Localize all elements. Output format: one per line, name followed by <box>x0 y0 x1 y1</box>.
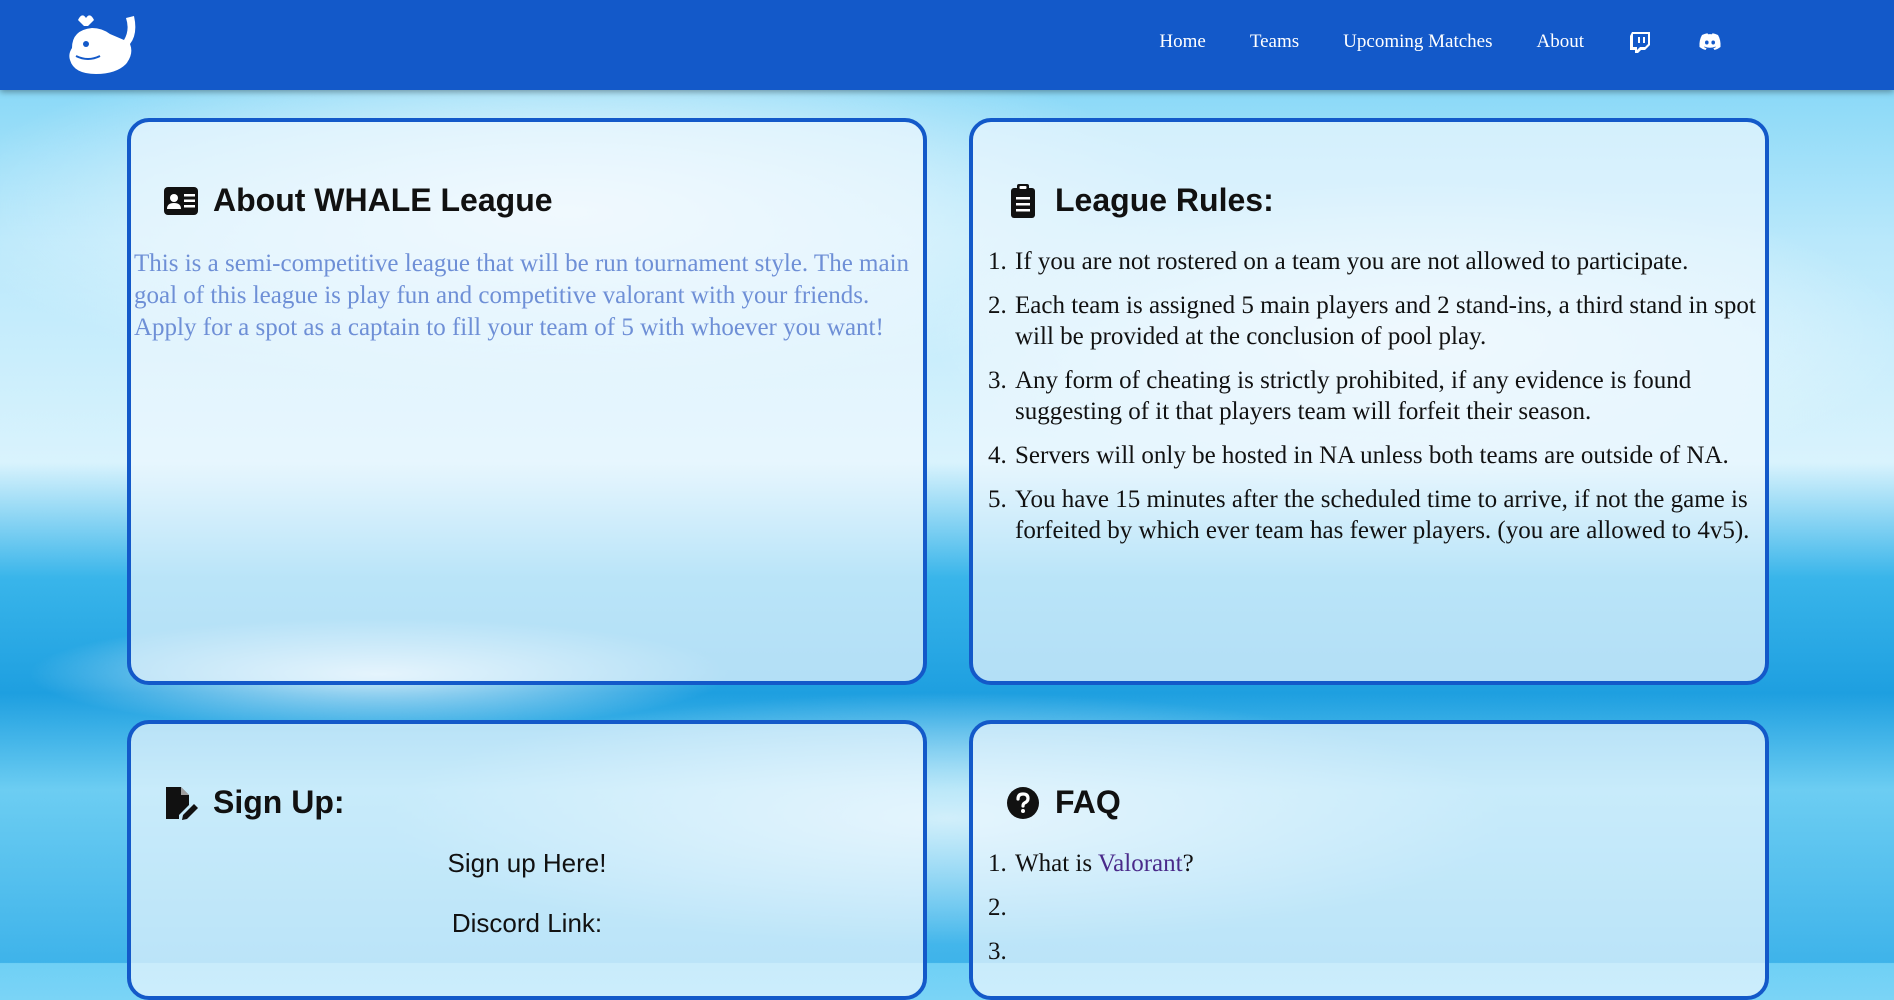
discord-icon[interactable] <box>1696 30 1724 54</box>
about-card: About WHALE League This is a semi-compet… <box>127 118 927 685</box>
rule-item: Each team is assigned 5 main players and… <box>1013 290 1783 352</box>
rule-item: Any form of cheating is strictly prohibi… <box>1013 365 1783 427</box>
about-heading: About WHALE League <box>163 182 553 219</box>
faq-question-mark: ? <box>1182 850 1194 877</box>
faq-card: FAQ What is Valorant? ​ ​ <box>969 720 1769 1000</box>
clipboard-icon <box>1011 183 1035 218</box>
faq-title: FAQ <box>1055 784 1121 820</box>
rules-list: If you are not rostered on a team you ar… <box>983 246 1783 559</box>
rule-item: If you are not rostered on a team you ar… <box>1013 246 1783 277</box>
signup-title: Sign Up: <box>213 784 345 820</box>
question-circle-icon <box>1007 786 1039 819</box>
rule-item: You have 15 minutes after the scheduled … <box>1013 484 1783 546</box>
id-card-icon <box>164 186 198 215</box>
faq-question-text: What is <box>1015 850 1098 877</box>
rules-heading: League Rules: <box>1005 182 1274 219</box>
about-description: This is a semi-competitive league that w… <box>134 250 910 341</box>
rules-card: League Rules: If you are not rostered on… <box>969 118 1769 685</box>
rule-item: Servers will only be hosted in NA unless… <box>1013 440 1783 471</box>
whale-icon[interactable] <box>64 10 138 76</box>
nav-about-link[interactable]: About <box>1537 31 1585 53</box>
nav-upcoming-matches-link[interactable]: Upcoming Matches <box>1343 31 1492 53</box>
faq-item: What is Valorant? <box>1013 848 1783 879</box>
signup-heading: Sign Up: <box>163 784 345 821</box>
file-pen-icon <box>166 786 198 820</box>
top-navbar: Home Teams Upcoming Matches About <box>0 0 1894 90</box>
twitch-icon[interactable] <box>1628 30 1652 54</box>
nav-teams-link[interactable]: Teams <box>1250 31 1299 53</box>
rules-title: League Rules: <box>1055 182 1274 218</box>
signup-card: Sign Up: Sign up Here! Discord Link: <box>127 720 927 1000</box>
faq-item: ​ <box>1013 936 1783 967</box>
faq-item: ​ <box>1013 892 1783 923</box>
valorant-link[interactable]: Valorant <box>1098 850 1183 877</box>
signup-link[interactable]: Sign up Here! <box>131 848 923 879</box>
about-title: About WHALE League <box>213 182 553 218</box>
faq-heading: FAQ <box>1005 784 1121 821</box>
faq-list: What is Valorant? ​ ​ <box>983 848 1783 980</box>
discord-link-label: Discord Link: <box>451 908 603 938</box>
nav-home-link[interactable]: Home <box>1159 31 1205 53</box>
nav-links: Home Teams Upcoming Matches About <box>1159 0 1724 84</box>
